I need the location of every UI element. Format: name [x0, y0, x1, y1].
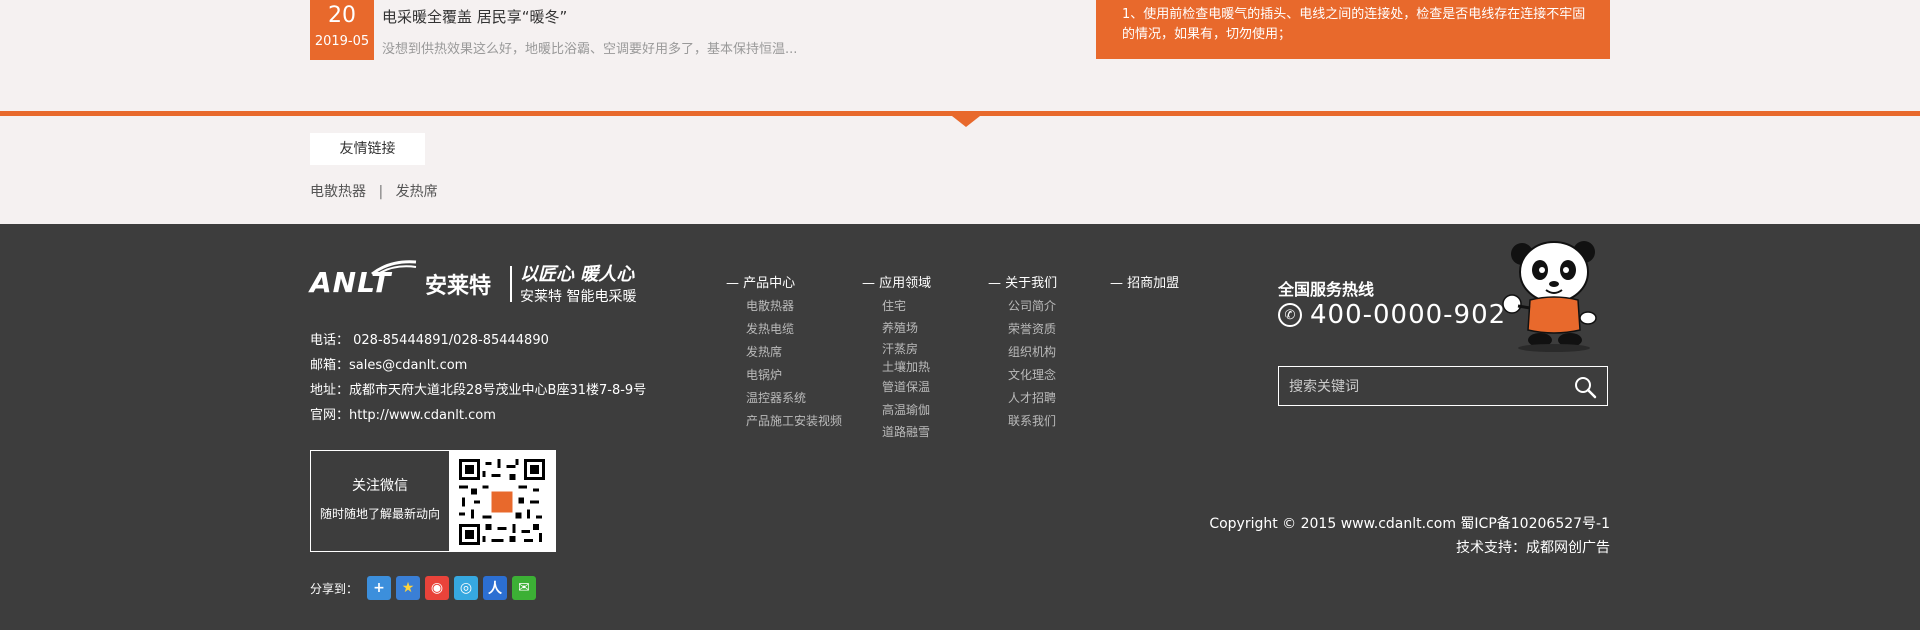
contact-info: 电话： 028-85444891/028-85444890 邮箱：sales@c…	[310, 328, 646, 428]
friend-link[interactable]: 发热席	[396, 184, 438, 200]
share-tencent-weibo-icon[interactable]: ◎	[454, 576, 479, 600]
copyright-line: Copyright © 2015 www.cdanlt.com 蜀ICP备102…	[1209, 516, 1610, 532]
news-day: 20	[328, 3, 356, 28]
wechat-title: 关注微信	[352, 478, 408, 494]
logo-separator	[510, 266, 512, 302]
nav-col-head[interactable]: — 关于我们	[988, 272, 1057, 291]
nav-link[interactable]: 养殖场	[882, 317, 931, 339]
nav-col-head[interactable]: — 产品中心	[726, 272, 842, 291]
contact-phone: 电话： 028-85444891/028-85444890	[310, 333, 549, 348]
share-bar: 分享到： + ★ ◉ ◎ 人 ✉	[310, 576, 537, 600]
nav-link[interactable]: 高温瑜伽	[882, 399, 931, 421]
wechat-box: 关注微信 随时随地了解最新动向	[310, 450, 556, 552]
share-renren-icon[interactable]: 人	[483, 576, 508, 600]
nav-link[interactable]: 组织机构	[1008, 341, 1057, 364]
nav-link[interactable]: 联系我们	[1008, 410, 1057, 433]
nav-link[interactable]: 汗蒸房	[882, 339, 931, 359]
friend-links: 电散热器 | 发热席	[310, 181, 438, 201]
nav-col-franchise: — 招商加盟	[1110, 272, 1179, 291]
contact-email: 邮箱：sales@cdanlt.com	[310, 358, 468, 373]
tip-text: 1、使用前检查电暖气的插头、电线之间的连接处，检查是否电线存在连接不牢固的情况，…	[1122, 7, 1586, 42]
share-wechat-icon[interactable]: ✉	[512, 576, 537, 600]
news-year-month: 2019-05	[314, 34, 370, 49]
share-label: 分享到：	[310, 581, 359, 596]
share-qzone-icon[interactable]: ★	[396, 576, 421, 600]
nav-link[interactable]: 人才招聘	[1008, 387, 1057, 410]
nav-link[interactable]: 管道保温	[882, 375, 931, 399]
search-input[interactable]	[1289, 367, 1559, 405]
hotline: ✆ 400-0000-902	[1278, 300, 1506, 330]
tech-support[interactable]: 技术支持：成都网创广告	[1209, 536, 1610, 560]
contact-address: 地址：成都市天府大道北段28号茂业中心B座31楼7-8-9号	[310, 383, 647, 398]
nav-col-about: — 关于我们 公司简介 荣誉资质 组织机构 文化理念 人才招聘 联系我们	[988, 272, 1057, 433]
nav-link[interactable]: 道路融雪	[882, 421, 931, 443]
divider-arrow-icon	[952, 116, 980, 127]
copyright: Copyright © 2015 www.cdanlt.com 蜀ICP备102…	[1209, 512, 1610, 560]
nav-link[interactable]: 温控器系统	[746, 387, 842, 410]
contact-website: 官网：http://www.cdanlt.com	[310, 408, 496, 423]
nav-link[interactable]: 发热电缆	[746, 318, 842, 341]
logo-slogan: 以匠心 暖人心	[520, 264, 635, 285]
nav-link[interactable]: 公司简介	[1008, 295, 1057, 318]
friend-link-separator: |	[378, 184, 384, 200]
nav-link[interactable]: 电锅炉	[746, 364, 842, 387]
nav-link[interactable]: 产品施工安装视频	[746, 410, 842, 433]
search-icon[interactable]	[1573, 375, 1597, 399]
nav-col-products: — 产品中心 电散热器 发热电缆 发热席 电锅炉 温控器系统 产品施工安装视频	[726, 272, 842, 433]
share-more-icon[interactable]: +	[367, 576, 392, 600]
nav-link[interactable]: 文化理念	[1008, 364, 1057, 387]
wechat-text: 关注微信 随时随地了解最新动向	[311, 451, 449, 551]
footer: ANLT 安莱特 以匠心 暖人心 安莱特 智能电采暖 电话： 028-85444…	[0, 224, 1920, 630]
news-desc: 没想到供热效果这么好，地暖比浴霸、空调要好用多了，基本保持恒温...	[382, 42, 798, 57]
qr-code-icon	[459, 459, 545, 545]
friend-link[interactable]: 电散热器	[310, 184, 366, 200]
share-weibo-icon[interactable]: ◉	[425, 576, 450, 600]
wechat-subtitle: 随时随地了解最新动向	[319, 507, 440, 521]
hotline-label: 全国服务热线	[1278, 280, 1375, 299]
news-title[interactable]: 电采暖全覆盖 居民享“暖冬”	[382, 6, 567, 27]
nav-col-head[interactable]: — 应用领域	[862, 272, 931, 291]
nav-col-head[interactable]: — 招商加盟	[1110, 272, 1179, 291]
footer-logo[interactable]: ANLT 安莱特 以匠心 暖人心 安莱特 智能电采暖	[310, 258, 650, 308]
nav-col-applications: — 应用领域 住宅 养殖场 汗蒸房 土壤加热 管道保温 高温瑜伽 道路融雪	[862, 272, 931, 443]
logo-subtitle: 安莱特 智能电采暖	[520, 289, 637, 305]
panda-mascot-icon	[1502, 241, 1597, 352]
news-item[interactable]: 20 2019-05 电采暖全覆盖 居民享“暖冬” 没想到供热效果这么好，地暖比…	[310, 0, 870, 60]
wechat-qr-code	[449, 451, 555, 551]
search-box	[1278, 366, 1608, 406]
hotline-number: 400-0000-902	[1310, 300, 1507, 330]
tip-box: 1、使用前检查电暖气的插头、电线之间的连接处，检查是否电线存在连接不牢固的情况，…	[1096, 0, 1610, 59]
nav-link[interactable]: 发热席	[746, 341, 842, 364]
nav-link[interactable]: 荣誉资质	[1008, 318, 1057, 341]
news-date-badge: 20 2019-05	[310, 0, 374, 60]
logo-cn-name: 安莱特	[425, 274, 492, 299]
nav-link[interactable]: 电散热器	[746, 295, 842, 318]
phone-icon: ✆	[1278, 303, 1302, 327]
logo-brand: ANLT	[310, 266, 392, 299]
nav-link[interactable]: 土壤加热	[882, 359, 931, 375]
friend-links-tab[interactable]: 友情链接	[310, 133, 425, 165]
nav-link[interactable]: 住宅	[882, 295, 931, 317]
